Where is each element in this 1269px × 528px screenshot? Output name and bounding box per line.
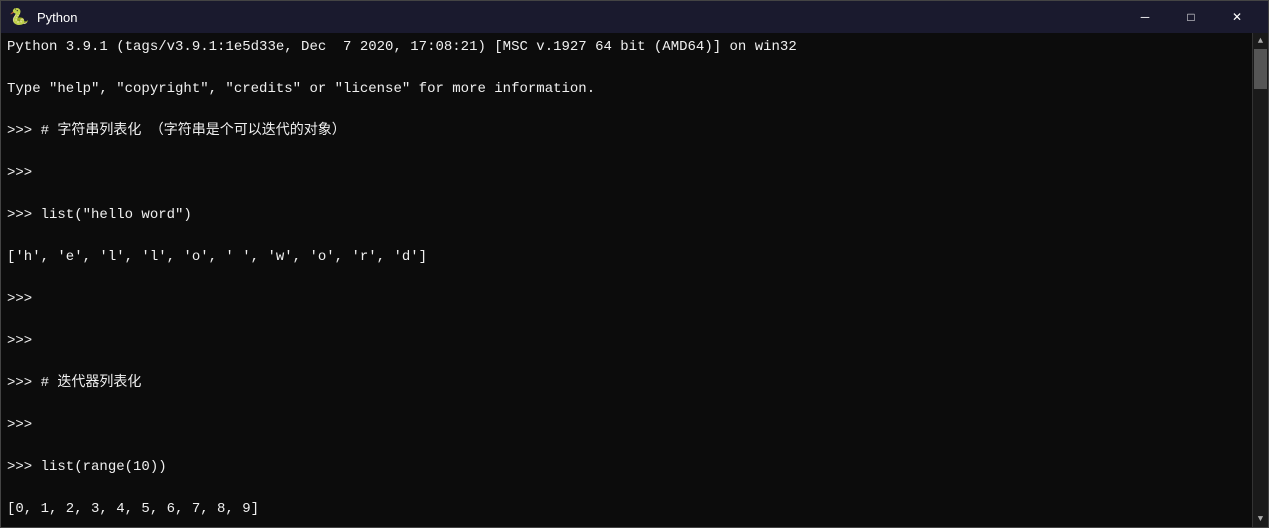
close-button[interactable]: ✕	[1214, 1, 1260, 33]
terminal-line: Python 3.9.1 (tags/v3.9.1:1e5d33e, Dec 7…	[7, 37, 1246, 58]
terminal-line: ['h', 'e', 'l', 'l', 'o', ' ', 'w', 'o',…	[7, 247, 1246, 268]
scroll-up-arrow[interactable]: ▲	[1253, 33, 1269, 49]
maximize-button[interactable]: □	[1168, 1, 1214, 33]
terminal-line: >>> list("hello word")	[7, 205, 1246, 226]
window-title: Python	[37, 10, 1122, 25]
window-controls: ─ □ ✕	[1122, 1, 1260, 33]
minimize-button[interactable]: ─	[1122, 1, 1168, 33]
terminal-output[interactable]: Python 3.9.1 (tags/v3.9.1:1e5d33e, Dec 7…	[1, 33, 1252, 527]
scrollbar[interactable]: ▲ ▼	[1252, 33, 1268, 527]
terminal-line: >>> list(range(10))	[7, 457, 1246, 478]
terminal-line: >>>	[7, 331, 1246, 352]
terminal-line: >>>	[7, 289, 1246, 310]
titlebar: 🐍 Python ─ □ ✕	[1, 1, 1268, 33]
terminal-line: Type "help", "copyright", "credits" or "…	[7, 79, 1246, 100]
terminal-line: >>>	[7, 163, 1246, 184]
content-area: Python 3.9.1 (tags/v3.9.1:1e5d33e, Dec 7…	[1, 33, 1268, 527]
python-window: 🐍 Python ─ □ ✕ Python 3.9.1 (tags/v3.9.1…	[0, 0, 1269, 528]
scrollbar-track	[1253, 49, 1268, 511]
python-icon: 🐍	[9, 7, 29, 27]
terminal-line: [0, 1, 2, 3, 4, 5, 6, 7, 8, 9]	[7, 499, 1246, 520]
terminal-line: >>> # 迭代器列表化	[7, 373, 1246, 394]
terminal-line: >>> # 字符串列表化 （字符串是个可以迭代的对象）	[7, 121, 1246, 142]
scrollbar-thumb[interactable]	[1254, 49, 1267, 89]
terminal-line: >>>	[7, 415, 1246, 436]
scroll-down-arrow[interactable]: ▼	[1253, 511, 1269, 527]
